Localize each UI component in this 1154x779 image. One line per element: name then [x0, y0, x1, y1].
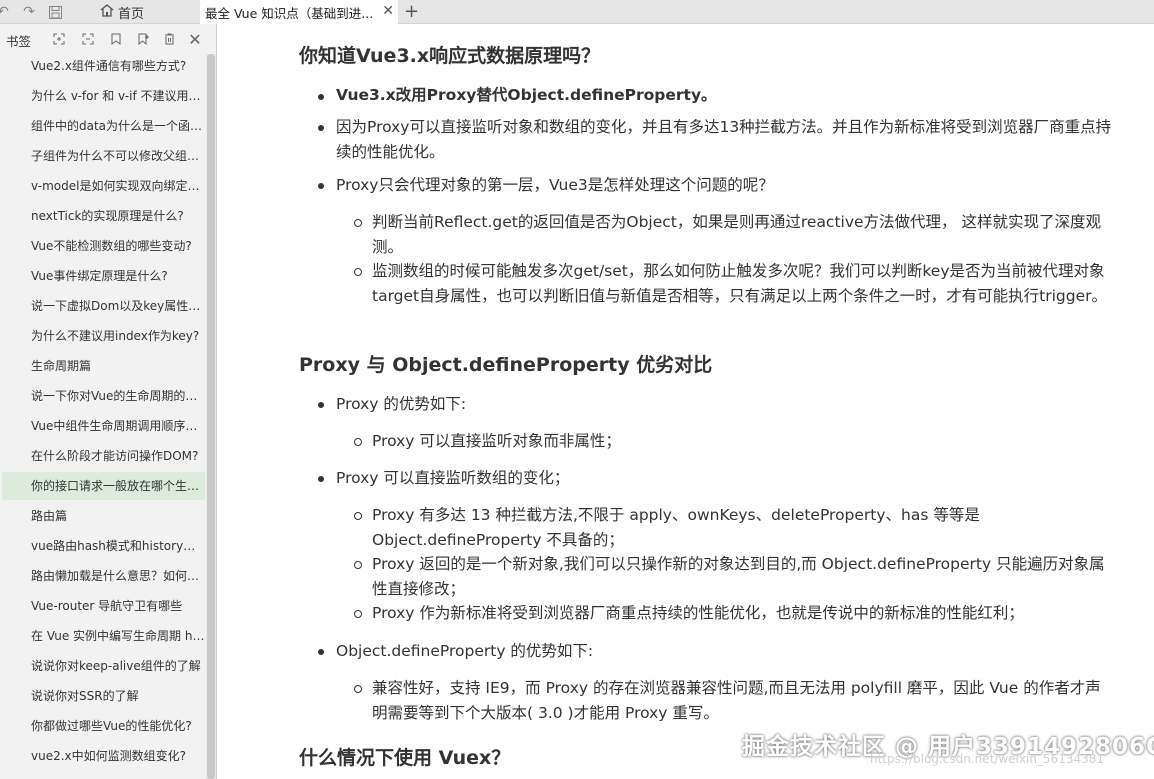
new-tab-icon[interactable]: +: [404, 2, 419, 22]
sidebar-item[interactable]: vue路由hash模式和history模式实现原理: [2, 532, 205, 560]
sidebar-item[interactable]: 组件中的data为什么是一个函数?: [2, 112, 205, 140]
add-bookmark-icon[interactable]: [135, 30, 153, 48]
sub-bullet: [354, 268, 362, 276]
paragraph: 判断当前Reflect.get的返回值是否为Object，如果是则再通过reac…: [372, 213, 1101, 256]
sidebar-item[interactable]: 在 Vue 实例中编写生命周期 hook: [2, 622, 205, 650]
paragraph: 兼容性好，支持 IE9，而 Proxy 的存在浏览器兼容性问题,而且无法用 po…: [372, 679, 1101, 722]
sub-bullet: [354, 219, 362, 227]
tab-home-label: 首页: [118, 6, 145, 22]
sub-bullet: [354, 438, 362, 446]
paragraph: Proxy 返回的是一个新对象,我们可以只操作新的对象达到目的,而 Object…: [372, 555, 1105, 598]
sidebar-item[interactable]: Vue不能检测数组的哪些变动?: [2, 232, 205, 260]
sub-bullet: [354, 610, 362, 618]
redo-icon[interactable]: ↷: [20, 3, 38, 21]
heading-vuex: 什么情况下使用 Vuex？: [299, 747, 511, 769]
sidebar-item[interactable]: 路由篇: [2, 502, 205, 530]
expand-all-icon[interactable]: [50, 30, 68, 48]
heading-vue3-reactive: 你知道Vue3.x响应式数据原理吗？: [299, 45, 601, 67]
sidebar-header: 书签 ✕: [0, 24, 216, 54]
tab-home[interactable]: 首页: [100, 0, 144, 24]
bullet: [318, 183, 324, 189]
sidebar-item[interactable]: 说说你对SSR的了解: [2, 682, 205, 710]
undo-icon[interactable]: ↶: [0, 3, 12, 21]
sub-bullet: [354, 512, 362, 520]
sub-bullet: [354, 561, 362, 569]
sidebar-item[interactable]: Vue中组件生命周期调用顺序说一下: [2, 412, 205, 440]
paragraph: 因为Proxy可以直接监听对象和数组的变化，并且有多达13种拦截方法。并且作为新…: [336, 118, 1112, 161]
paragraph: Object.defineProperty 的优势如下:: [336, 642, 594, 660]
bullet: [318, 649, 324, 655]
sidebar-item[interactable]: 生命周期篇: [2, 352, 205, 380]
bullet: [318, 125, 324, 131]
sidebar-item[interactable]: 为什么 v-for 和 v-if 不建议用在一起: [2, 82, 205, 110]
sidebar-item[interactable]: Vue2.x组件通信有哪些方式?: [2, 52, 205, 80]
close-tab-icon[interactable]: ✕: [382, 3, 394, 19]
sidebar-item-selected[interactable]: 你的接口请求一般放在哪个生命周期中?: [2, 472, 205, 500]
sidebar-item[interactable]: v-model是如何实现双向绑定的?: [2, 172, 205, 200]
paragraph: Proxy 作为新标准将受到浏览器厂商重点持续的性能优化，也就是传说中的新标准的…: [372, 604, 1024, 622]
bullet: [318, 402, 324, 408]
sidebar-scrollbar-thumb[interactable]: [207, 54, 215, 779]
save-icon[interactable]: [46, 3, 64, 21]
document-content: 你知道Vue3.x响应式数据原理吗？ Vue3.x改用Proxy替代Object…: [218, 24, 1154, 779]
sidebar-item[interactable]: 为什么不建议用index作为key?: [2, 322, 205, 350]
sub-bullet: [354, 685, 362, 693]
paragraph: Proxy 可以直接监听数组的变化；: [336, 469, 570, 487]
sidebar-item[interactable]: 子组件为什么不可以修改父组件传递的Prop?: [2, 142, 205, 170]
close-sidebar-icon[interactable]: ✕: [186, 30, 204, 49]
bookmark-sidebar: 书签 ✕ Vue2.x组件通信有哪些方式? 为什么 v-for 和 v-if 不…: [0, 24, 217, 779]
heading-proxy-compare: Proxy 与 Object.defineProperty 优劣对比: [299, 354, 713, 376]
sidebar-title: 书签: [6, 34, 32, 49]
paragraph: 监测数组的时候可能触发多次get/set，那么如何防止触发多次呢？我们可以判断k…: [372, 262, 1107, 305]
paragraph: Vue3.x改用Proxy替代Object.defineProperty。: [336, 86, 717, 104]
paragraph: Proxy 可以直接监听对象而非属性；: [372, 432, 621, 450]
sidebar-item[interactable]: 在什么阶段才能访问操作DOM?: [2, 442, 205, 470]
paragraph: Proxy 的优势如下:: [336, 395, 467, 413]
sidebar-item[interactable]: 你都做过哪些Vue的性能优化?: [2, 712, 205, 740]
bookmark-icon[interactable]: [107, 30, 125, 48]
paragraph: Proxy只会代理对象的第一层，Vue3是怎样处理这个问题的呢？: [336, 176, 774, 194]
delete-icon[interactable]: [160, 30, 178, 48]
tab-bar: ↶ ↷ 首页 最全 Vue 知识点（基础到进... ✕ +: [0, 0, 1154, 24]
tab-document-title: 最全 Vue 知识点（基础到进...: [205, 5, 374, 21]
sidebar-item[interactable]: Vue-router 导航守卫有哪些: [2, 592, 205, 620]
sidebar-item[interactable]: nextTick的实现原理是什么?: [2, 202, 205, 230]
bullet: [318, 94, 324, 100]
sidebar-item[interactable]: 说一下你对Vue的生命周期的理解: [2, 382, 205, 410]
sidebar-item[interactable]: 说一下虚拟Dom以及key属性的作用: [2, 292, 205, 320]
tab-document[interactable]: 最全 Vue 知识点（基础到进... ✕: [200, 0, 398, 24]
watermark-url: https://blog.csdn.net/weixin_56134381: [870, 752, 1105, 766]
collapse-all-icon[interactable]: [79, 30, 97, 48]
sidebar-item[interactable]: 路由懒加载是什么意思？如何实现路由懒加载: [2, 562, 205, 590]
home-icon: [100, 3, 114, 21]
sidebar-item[interactable]: Vue事件绑定原理是什么?: [2, 262, 205, 290]
sidebar-item[interactable]: 说说你对keep-alive组件的了解: [2, 652, 205, 680]
paragraph: Proxy 有多达 13 种拦截方法,不限于 apply、ownKeys、del…: [372, 506, 980, 549]
sidebar-item[interactable]: vue2.x中如何监测数组变化?: [2, 742, 205, 770]
bullet: [318, 476, 324, 482]
